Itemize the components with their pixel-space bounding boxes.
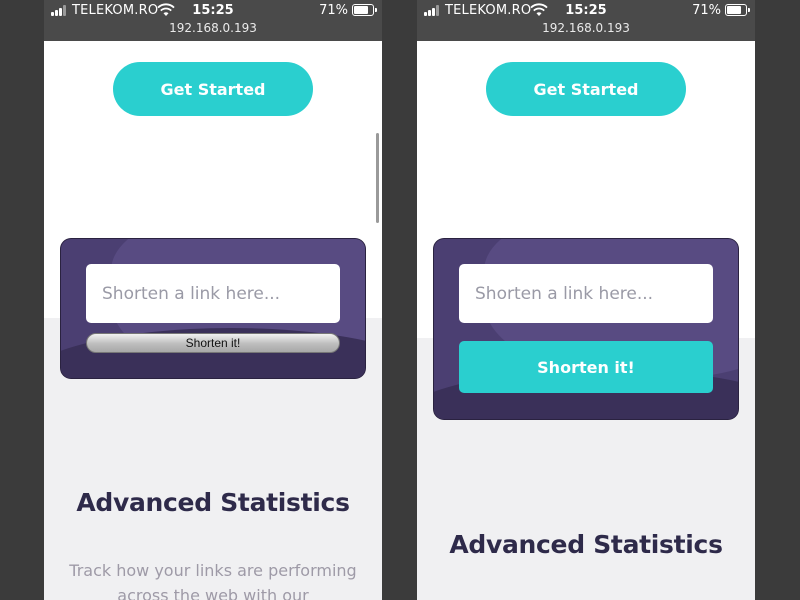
battery-percent: 71% — [319, 3, 348, 18]
link-input[interactable]: Shorten a link here... — [86, 264, 340, 323]
page-content: Get Started Shorten a link here... Short… — [417, 41, 755, 600]
address-bar-url[interactable]: 192.168.0.193 — [417, 21, 755, 35]
shorten-button-unstyled[interactable]: Shorten it! — [86, 333, 340, 353]
get-started-button[interactable]: Get Started — [486, 62, 686, 116]
get-started-button[interactable]: Get Started — [113, 62, 313, 116]
section-description: Track how your links are performing acro… — [69, 561, 357, 600]
phone-screenshot-left: TELEKOM.RO 15:25 71% 192.168.0.193 Get S… — [44, 0, 382, 600]
status-bar: TELEKOM.RO 15:25 71% 192.168.0.193 — [44, 0, 382, 41]
battery-percent: 71% — [692, 3, 721, 18]
battery-icon — [725, 4, 750, 16]
shorten-form-card: Shorten a link here... Shorten it! — [434, 239, 738, 419]
link-input-placeholder: Shorten a link here... — [102, 283, 281, 304]
shorten-button[interactable]: Shorten it! — [459, 341, 713, 393]
page-content: Get Started Shorten a link here... Short… — [44, 41, 382, 600]
battery-icon — [352, 4, 377, 16]
section-heading: Advanced Statistics — [449, 530, 723, 559]
status-bar: TELEKOM.RO 15:25 71% 192.168.0.193 — [417, 0, 755, 41]
address-bar-url[interactable]: 192.168.0.193 — [44, 21, 382, 35]
section-heading: Advanced Statistics — [76, 488, 350, 517]
link-input[interactable]: Shorten a link here... — [459, 264, 713, 323]
phone-screenshot-right: TELEKOM.RO 15:25 71% 192.168.0.193 Get S… — [417, 0, 755, 600]
shorten-form-card: Shorten a link here... Shorten it! — [61, 239, 365, 378]
link-input-placeholder: Shorten a link here... — [475, 283, 654, 304]
scrollbar[interactable] — [376, 133, 379, 223]
